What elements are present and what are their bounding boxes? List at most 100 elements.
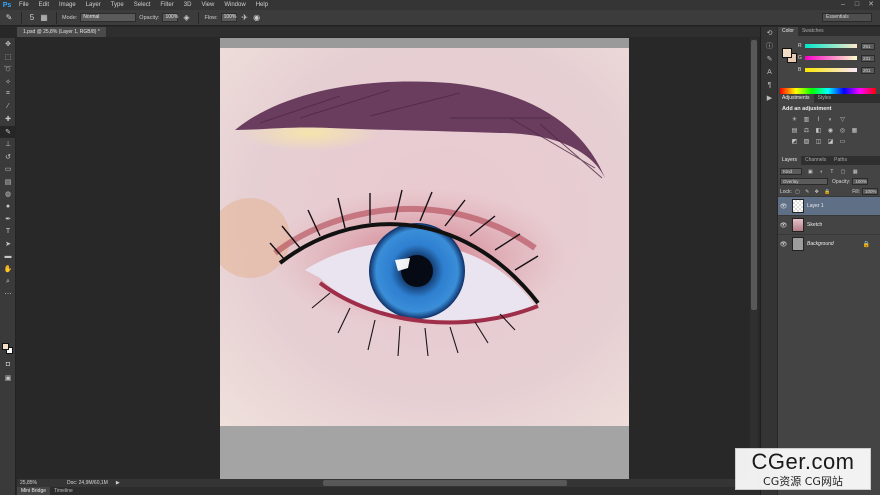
visibility-eye-icon[interactable]: 👁 — [778, 203, 789, 210]
color-lookup-icon[interactable]: ▦ — [850, 127, 859, 136]
hand-tool-icon[interactable]: ✋ — [0, 263, 16, 276]
history-brush-tool-icon[interactable]: ↺ — [0, 151, 16, 164]
layer-kind-filter[interactable]: Kind — [780, 168, 802, 175]
document-tab[interactable]: 1.psd @ 25,8% (Layer 1, RGB/8) * — [17, 27, 106, 37]
layer-filter-icons[interactable]: ▣ ◐ T ▢ ▦ — [808, 169, 861, 175]
marquee-tool-icon[interactable]: ⬚ — [0, 51, 16, 64]
hue-saturation-icon[interactable]: ▤ — [790, 127, 799, 136]
layer-name[interactable]: Sketch — [807, 222, 822, 228]
tab-styles[interactable]: Styles — [814, 94, 836, 103]
close-button[interactable]: ✕ — [864, 0, 878, 10]
minimize-button[interactable]: – — [836, 0, 850, 10]
tab-paths[interactable]: Paths — [830, 156, 851, 165]
blur-tool-icon[interactable]: ◍ — [0, 188, 16, 201]
vibrance-icon[interactable]: ▽ — [838, 116, 847, 125]
green-value[interactable]: 231 — [861, 54, 875, 62]
brush-panel-icon[interactable]: ▦ — [39, 13, 49, 23]
pen-tool-icon[interactable]: ✒ — [0, 213, 16, 226]
menu-type[interactable]: Type — [106, 2, 129, 8]
tab-channels[interactable]: Channels — [801, 156, 830, 165]
photo-filter-icon[interactable]: ◉ — [826, 127, 835, 136]
blue-value[interactable]: 201 — [861, 66, 875, 74]
menu-select[interactable]: Select — [129, 2, 156, 8]
tab-layers[interactable]: Layers — [778, 156, 802, 165]
menu-filter[interactable]: Filter — [155, 2, 178, 8]
lock-icons[interactable]: ▢ ✎ ✥ 🔒 — [795, 189, 833, 195]
tab-color[interactable]: Color — [778, 27, 798, 36]
menu-file[interactable]: File — [14, 2, 34, 8]
green-slider[interactable] — [805, 56, 857, 60]
eraser-tool-icon[interactable]: ▭ — [0, 163, 16, 176]
selective-color-icon[interactable]: ◪ — [826, 138, 835, 147]
threshold-icon[interactable]: ◫ — [814, 138, 823, 147]
horizontal-scroll-thumb[interactable] — [323, 480, 567, 486]
more-tools-icon[interactable]: ⋯ — [0, 288, 16, 301]
character-panel-icon[interactable]: A — [761, 66, 778, 79]
canvas[interactable] — [220, 38, 629, 480]
paragraph-panel-icon[interactable]: ¶ — [761, 79, 778, 92]
fill-field[interactable]: 100% — [862, 188, 878, 195]
layer-row[interactable]: 👁 Sketch — [778, 215, 880, 234]
zoom-tool-icon[interactable]: ⌕ — [0, 276, 16, 289]
workspace-select[interactable]: Essentials — [822, 13, 872, 22]
tab-swatches[interactable]: Swatches — [798, 27, 828, 36]
actions-panel-icon[interactable]: ▶ — [761, 92, 778, 105]
screen-mode-icon[interactable]: ▣ — [0, 372, 16, 385]
curves-icon[interactable]: ⌇ — [814, 116, 823, 125]
vertical-scrollbar[interactable] — [750, 38, 758, 479]
brush-tool-preset-icon[interactable]: ✎ — [4, 13, 14, 23]
layer-name[interactable]: Background — [807, 241, 834, 247]
color-balance-icon[interactable]: ⚖ — [802, 127, 811, 136]
properties-panel-icon[interactable]: ⓘ — [761, 40, 778, 53]
blend-mode-select[interactable]: Overlay — [780, 178, 828, 185]
menu-window[interactable]: Window — [219, 2, 250, 8]
status-arrow-icon[interactable]: ▶ — [116, 480, 120, 486]
layer-name[interactable]: Layer 1 — [807, 203, 824, 209]
channel-mixer-icon[interactable]: ◎ — [838, 127, 847, 136]
dodge-tool-icon[interactable]: ● — [0, 201, 16, 214]
move-tool-icon[interactable]: ✥ — [0, 38, 16, 51]
brush-presets-icon[interactable]: ✎ — [761, 53, 778, 66]
menu-edit[interactable]: Edit — [34, 2, 54, 8]
red-slider[interactable] — [805, 44, 857, 48]
menu-view[interactable]: View — [196, 2, 219, 8]
flow-field[interactable]: 100% — [220, 13, 237, 22]
quick-mask-icon[interactable]: ◘ — [0, 358, 16, 371]
quick-select-tool-icon[interactable]: ✧ — [0, 76, 16, 89]
tab-adjustments[interactable]: Adjustments — [778, 94, 814, 103]
levels-icon[interactable]: ▥ — [802, 116, 811, 125]
tab-timeline[interactable]: Timeline — [50, 487, 77, 495]
visibility-eye-icon[interactable]: 👁 — [778, 222, 789, 229]
gradient-tool-icon[interactable]: ▤ — [0, 176, 16, 189]
pressure-size-icon[interactable]: ◉ — [252, 13, 262, 23]
foreground-color-swatch[interactable] — [2, 343, 9, 350]
menu-image[interactable]: Image — [54, 2, 81, 8]
zoom-level[interactable]: 25,85% — [20, 480, 37, 486]
visibility-eye-icon[interactable]: 👁 — [778, 241, 789, 248]
menu-3d[interactable]: 3D — [179, 2, 197, 8]
healing-tool-icon[interactable]: ✚ — [0, 113, 16, 126]
opacity-field[interactable]: 100% — [162, 13, 179, 22]
menu-help[interactable]: Help — [251, 2, 273, 8]
crop-tool-icon[interactable]: ⌗ — [0, 88, 16, 101]
lasso-tool-icon[interactable]: ➰ — [0, 63, 16, 76]
brush-size-picker[interactable]: 5 — [27, 13, 37, 23]
gradient-map-icon[interactable]: ▭ — [838, 138, 847, 147]
shape-tool-icon[interactable]: ▬ — [0, 251, 16, 264]
tab-mini-bridge[interactable]: Mini Bridge — [17, 487, 51, 495]
eyedropper-tool-icon[interactable]: ⁄ — [0, 101, 16, 114]
posterize-icon[interactable]: ▨ — [802, 138, 811, 147]
blue-slider[interactable] — [805, 68, 857, 72]
pressure-opacity-icon[interactable]: ◈ — [181, 13, 191, 23]
menu-layer[interactable]: Layer — [81, 2, 106, 8]
black-white-icon[interactable]: ◧ — [814, 127, 823, 136]
airbrush-icon[interactable]: ✈ — [240, 13, 250, 23]
exposure-icon[interactable]: ◐ — [826, 116, 835, 125]
layer-row[interactable]: 👁 Background 🔒 — [778, 234, 880, 253]
red-value[interactable]: 251 — [861, 42, 875, 50]
color-spectrum-bar[interactable] — [780, 88, 876, 94]
brightness-icon[interactable]: ☀ — [790, 116, 799, 125]
history-panel-icon[interactable]: ⟲ — [761, 27, 778, 40]
type-tool-icon[interactable]: T — [0, 226, 16, 239]
brush-tool-icon[interactable]: ✎ — [0, 125, 16, 138]
